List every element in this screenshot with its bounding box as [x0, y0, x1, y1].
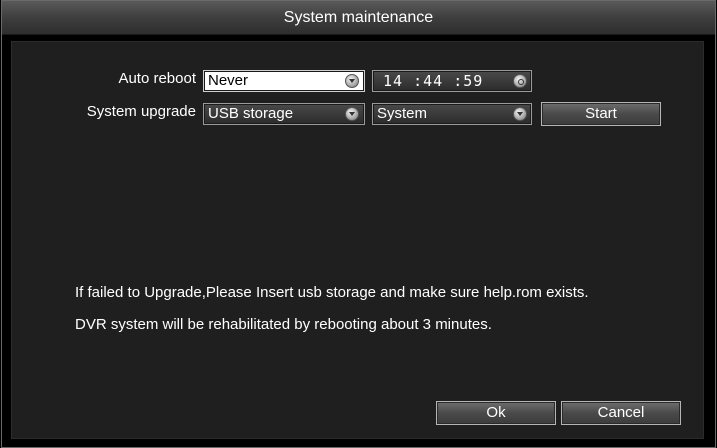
auto-reboot-time: 14 :44 :59	[383, 72, 484, 90]
auto-reboot-select[interactable]: Never	[203, 70, 365, 92]
system-upgrade-label: System upgrade	[86, 103, 196, 120]
auto-reboot-value: Never	[208, 72, 249, 89]
dropdown-icon[interactable]	[513, 107, 527, 121]
info-message-2: DVR system will be rehabilitated by rebo…	[75, 316, 492, 333]
ok-button[interactable]: Ok	[436, 401, 556, 425]
upgrade-target-value: System	[377, 105, 428, 122]
upgrade-source-value: USB storage	[208, 105, 294, 122]
dialog-title: System maintenance	[2, 1, 715, 35]
auto-reboot-time-field[interactable]: 14 :44 :59	[372, 70, 532, 92]
maintenance-dialog: System maintenance	[1, 0, 716, 448]
start-button[interactable]: Start	[541, 102, 661, 126]
upgrade-target-select[interactable]: System	[372, 103, 532, 125]
auto-reboot-label: Auto reboot	[118, 70, 196, 87]
dropdown-icon[interactable]	[345, 74, 359, 88]
upgrade-source-select[interactable]: USB storage	[203, 103, 365, 125]
info-message-1: If failed to Upgrade,Please Insert usb s…	[75, 284, 589, 301]
dropdown-icon[interactable]	[345, 107, 359, 121]
cancel-button[interactable]: Cancel	[561, 401, 681, 425]
clock-icon[interactable]	[513, 74, 527, 88]
dialog-body	[11, 41, 704, 439]
